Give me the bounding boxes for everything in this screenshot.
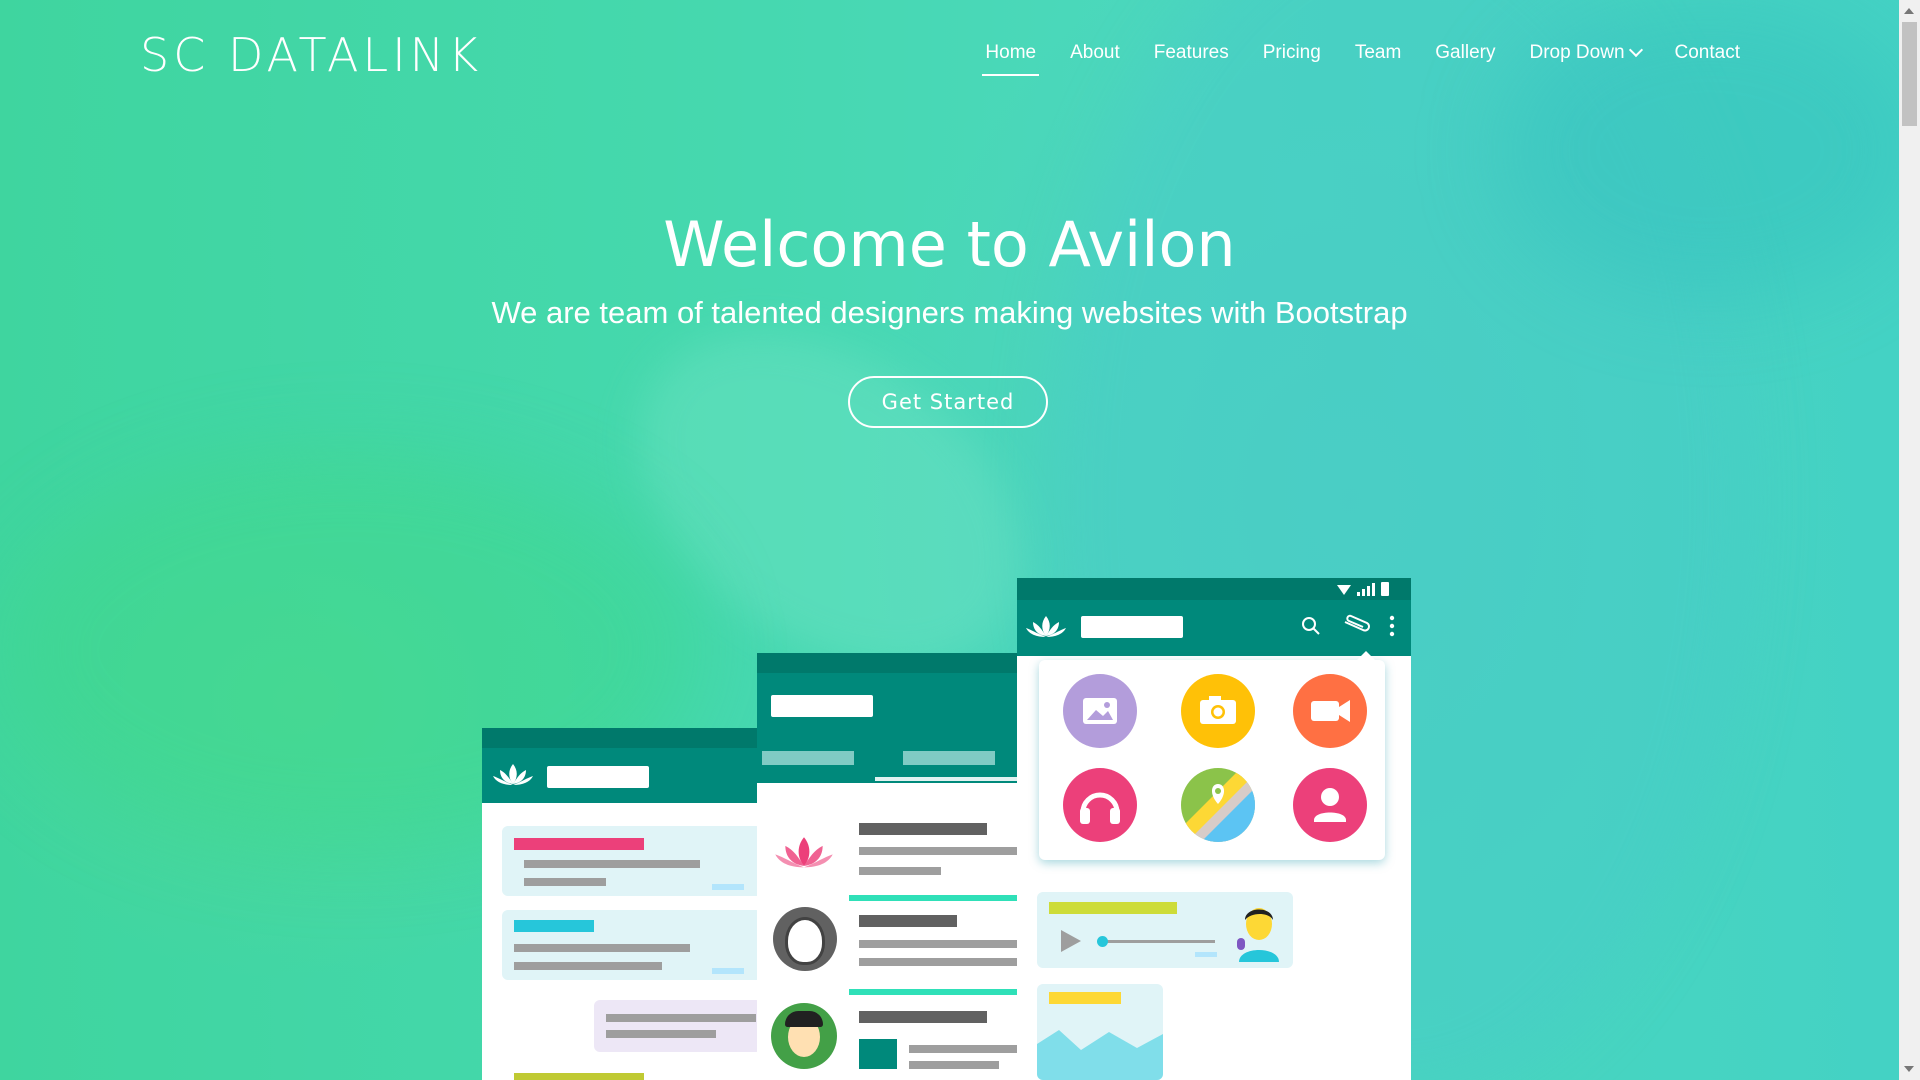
text-line [909, 1061, 999, 1069]
image-icon [1063, 674, 1137, 748]
avatar [771, 1003, 837, 1069]
play-icon [1061, 930, 1081, 952]
lotus-icon [1026, 616, 1066, 637]
app-bar [1017, 600, 1411, 656]
text-line [859, 823, 987, 835]
chat-time [1195, 952, 1217, 957]
status-icons [1337, 582, 1389, 596]
headphones-icon [1063, 768, 1137, 842]
chat-bubble-tag [514, 838, 644, 850]
phone-illustration-right [1017, 578, 1411, 1080]
lotus-icon [775, 837, 833, 868]
chat-bubble-reply [594, 1000, 762, 1052]
app-bar-title-placeholder [1081, 616, 1183, 638]
nav-item-gallery[interactable]: Gallery [1418, 42, 1512, 64]
image-message-tag [1049, 992, 1121, 1004]
divider [849, 895, 1019, 901]
image-thumbnail [859, 1039, 897, 1069]
text-line [859, 958, 1019, 966]
text-line [859, 1011, 987, 1023]
app-bar [757, 673, 1019, 783]
nav-item-contact[interactable]: Contact [1658, 42, 1757, 64]
chat-time [712, 884, 744, 890]
video-icon [1293, 674, 1367, 748]
chat-bubble [502, 910, 762, 980]
status-bar [1017, 578, 1411, 600]
audio-progress-knob [1097, 936, 1108, 947]
text-line [859, 867, 941, 875]
image-message-bubble [1037, 984, 1163, 1080]
nav-item-dropdown[interactable]: Drop Down [1512, 42, 1657, 64]
hero-subtitle: We are team of talented designers making… [491, 295, 1408, 330]
nav-item-pricing[interactable]: Pricing [1246, 42, 1338, 64]
scroll-down-arrow-icon[interactable] [1904, 1066, 1914, 1072]
text-line [524, 878, 606, 886]
page-scrollbar[interactable] [1899, 0, 1920, 1080]
tab-placeholder [762, 751, 854, 765]
popup-arrow [1357, 651, 1375, 660]
text-line [606, 1030, 716, 1038]
text-line [859, 847, 1019, 855]
site-logo[interactable]: SC DATALINK [140, 28, 482, 82]
chat-time [712, 968, 744, 974]
nav-item-home[interactable]: Home [968, 42, 1053, 76]
person-icon [1293, 768, 1367, 842]
divider [849, 989, 1019, 995]
nav-item-features[interactable]: Features [1137, 42, 1246, 64]
get-started-button[interactable]: Get Started [848, 376, 1048, 428]
tab-indicator [875, 777, 1019, 781]
phone-illustration-left [482, 728, 762, 1080]
app-bar [482, 748, 762, 803]
text-line [859, 940, 1019, 948]
nav-item-dropdown-label: Drop Down [1529, 42, 1625, 63]
status-bar [482, 728, 762, 748]
app-bar-title-placeholder [771, 695, 873, 717]
landscape-image [1037, 1030, 1163, 1080]
lotus-icon [493, 764, 533, 785]
nav-item-about[interactable]: About [1053, 42, 1137, 64]
text-line [514, 962, 662, 970]
text-line [909, 1045, 1019, 1053]
audio-progress-track [1103, 940, 1215, 943]
text-line [606, 1014, 756, 1022]
phone-illustration-middle [757, 653, 1019, 1080]
app-bar-title-placeholder [547, 766, 649, 788]
attachment-popup [1039, 651, 1385, 860]
camera-icon [1181, 674, 1255, 748]
chevron-down-icon [1628, 42, 1643, 58]
nav-item-team[interactable]: Team [1338, 42, 1418, 64]
avatar-face [785, 917, 825, 965]
paperclip-icon [1344, 614, 1370, 632]
map-icon [1181, 768, 1255, 842]
search-icon [1302, 617, 1320, 635]
avatar [1233, 898, 1285, 962]
text-line [859, 915, 957, 927]
avatar-hair [785, 1011, 823, 1027]
voice-message-tag [1049, 902, 1177, 914]
scroll-up-arrow-icon[interactable] [1904, 8, 1914, 14]
status-bar [757, 653, 1019, 673]
chat-bubble-tag [514, 1073, 644, 1080]
scrollbar-thumb[interactable] [1902, 22, 1917, 126]
text-line [524, 860, 700, 868]
avatar [773, 907, 837, 971]
tab-placeholder-active [903, 751, 995, 765]
chat-bubble-tag [514, 920, 594, 932]
chat-bubble [502, 826, 762, 896]
hero-title: Welcome to Avilon [663, 208, 1236, 281]
voice-message-bubble [1037, 892, 1293, 968]
more-vert-icon [1389, 615, 1395, 637]
main-nav: Home About Features Pricing Team Gallery… [968, 42, 1757, 76]
text-line [514, 944, 690, 952]
